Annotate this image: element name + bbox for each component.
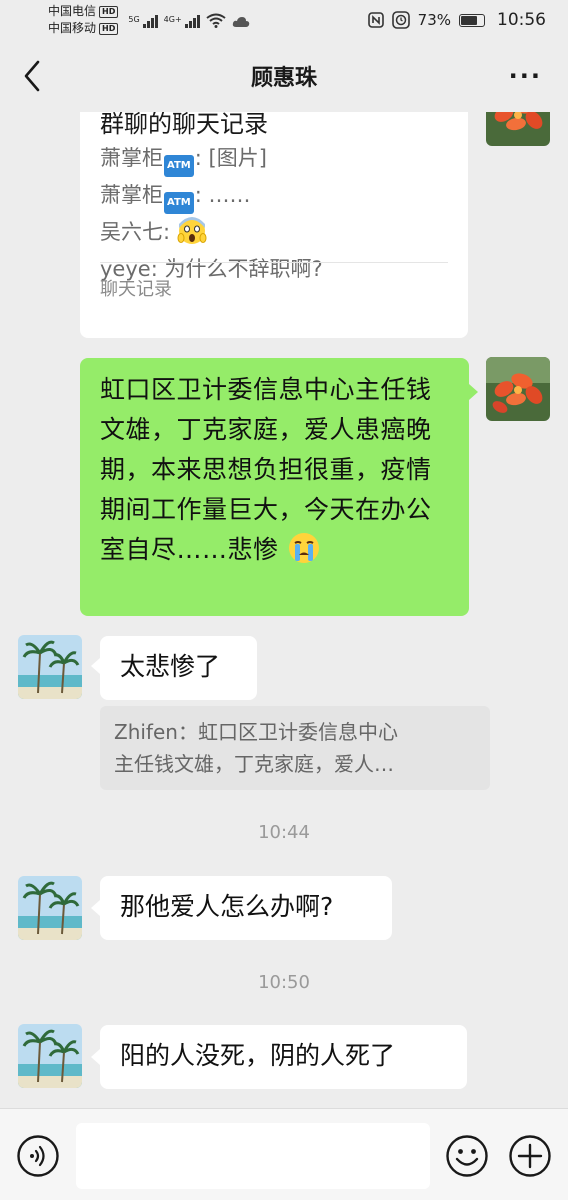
message-timestamp: 10:44 <box>258 822 310 843</box>
hd-badge: HD <box>99 5 119 18</box>
record-text: : 为什么不辞职啊? <box>150 257 323 281</box>
quoted-message-line: 主任钱文雄，丁克家庭，爱人… <box>114 752 394 776</box>
message-input[interactable] <box>76 1123 430 1189</box>
incoming-message-text: 那他爱人怎么办啊? <box>120 892 334 921</box>
chat-record-line: 萧掌柜 ATM: [图片] <box>100 140 448 177</box>
nfc-icon <box>367 12 384 28</box>
record-text: : …… <box>194 183 251 207</box>
carrier-info: 中国电信 HD 中国移动 HD <box>48 3 119 37</box>
chat-message-list[interactable]: 群聊的聊天记录 萧掌柜 ATM: [图片] 萧掌柜 ATM: …… 吴六七: yey… <box>0 112 568 1108</box>
emoji-picker-icon[interactable] <box>445 1134 489 1178</box>
battery-percent: 73% <box>417 11 451 29</box>
incoming-message-bubble[interactable]: 那他爱人怎么办啊? <box>100 876 392 940</box>
back-arrow-icon[interactable] <box>18 58 48 94</box>
chat-record-line: 萧掌柜 ATM: …… <box>100 177 448 214</box>
record-sender: 吴六七 <box>100 220 163 244</box>
cloud-icon <box>232 16 249 27</box>
scream-emoji-icon <box>177 217 207 244</box>
battery-icon <box>459 13 485 27</box>
record-sender: 萧掌柜 <box>100 146 163 170</box>
chat-record-footer: 聊天记录 <box>100 279 172 300</box>
incoming-message-bubble[interactable]: 阳的人没死，阴的人死了 <box>100 1025 467 1089</box>
bubble-tail <box>91 1049 100 1065</box>
alarm-icon <box>391 11 410 29</box>
signal-5g-label: 5G <box>128 14 140 24</box>
record-text: : [图片] <box>194 146 267 170</box>
more-options-icon[interactable]: ··· <box>509 64 542 88</box>
wifi-icon <box>206 13 226 28</box>
message-timestamp: 10:50 <box>258 972 310 993</box>
carrier-1-label: 中国电信 <box>48 4 97 18</box>
outgoing-message-text: 虹口区卫计委信息中心主任钱文雄，丁克家庭，爱人患癌晚期，本来思想负担很重，疫情期… <box>100 375 432 564</box>
record-sender: 萧掌柜 <box>100 183 163 207</box>
hd-badge: HD <box>99 22 119 35</box>
voice-input-icon[interactable] <box>16 1134 60 1178</box>
chat-record-line: 吴六七: <box>100 214 448 251</box>
chat-input-bar <box>0 1108 568 1200</box>
card-divider <box>100 262 448 263</box>
signal-4g-label: 4G+ <box>163 14 182 24</box>
contact-avatar[interactable] <box>18 635 82 699</box>
crying-emoji-icon <box>288 533 319 563</box>
chat-record-title: 群聊的聊天记录 <box>100 112 268 138</box>
battery-fill <box>461 15 478 25</box>
my-avatar[interactable] <box>486 357 550 421</box>
bubble-tail <box>91 658 100 674</box>
chat-title: 顾惠珠 <box>250 66 317 91</box>
carrier-2-label: 中国移动 <box>48 21 97 35</box>
quoted-message[interactable]: Zhifen：虹口区卫计委信息中心 主任钱文雄，丁克家庭，爱人… <box>100 706 490 790</box>
outgoing-message-text-wrap: 虹口区卫计委信息中心主任钱文雄，丁克家庭，爱人患癌晚期，本来思想负担很重，疫情期… <box>80 358 469 570</box>
record-text: : <box>163 220 177 244</box>
quoted-message-line: Zhifen：虹口区卫计委信息中心 <box>114 720 398 744</box>
bubble-tail <box>91 900 100 916</box>
bubble-tail <box>469 384 478 400</box>
incoming-message-bubble[interactable]: 太悲惨了 <box>100 636 257 700</box>
atm-emoji-icon: ATM <box>164 192 194 214</box>
incoming-message-text: 阳的人没死，阴的人死了 <box>120 1041 396 1070</box>
contact-avatar[interactable] <box>18 876 82 940</box>
signal-5g-icon: 5G <box>128 14 158 28</box>
more-functions-plus-icon[interactable] <box>508 1134 552 1178</box>
contact-avatar[interactable] <box>18 1024 82 1088</box>
atm-emoji-icon: ATM <box>164 155 194 177</box>
chat-header: 顾惠珠 ··· <box>0 40 568 112</box>
status-time: 10:56 <box>497 10 546 30</box>
status-bar: 中国电信 HD 中国移动 HD 5G 4G+ 73% 10:56 <box>0 0 568 40</box>
chat-record-card[interactable]: 群聊的聊天记录 萧掌柜 ATM: [图片] 萧掌柜 ATM: …… 吴六七: yey… <box>80 112 468 338</box>
signal-4g-icon: 4G+ <box>163 14 200 28</box>
outgoing-message-bubble[interactable]: 虹口区卫计委信息中心主任钱文雄，丁克家庭，爱人患癌晚期，本来思想负担很重，疫情期… <box>80 358 469 616</box>
my-avatar[interactable] <box>486 112 550 146</box>
incoming-message-text: 太悲惨了 <box>120 652 221 681</box>
